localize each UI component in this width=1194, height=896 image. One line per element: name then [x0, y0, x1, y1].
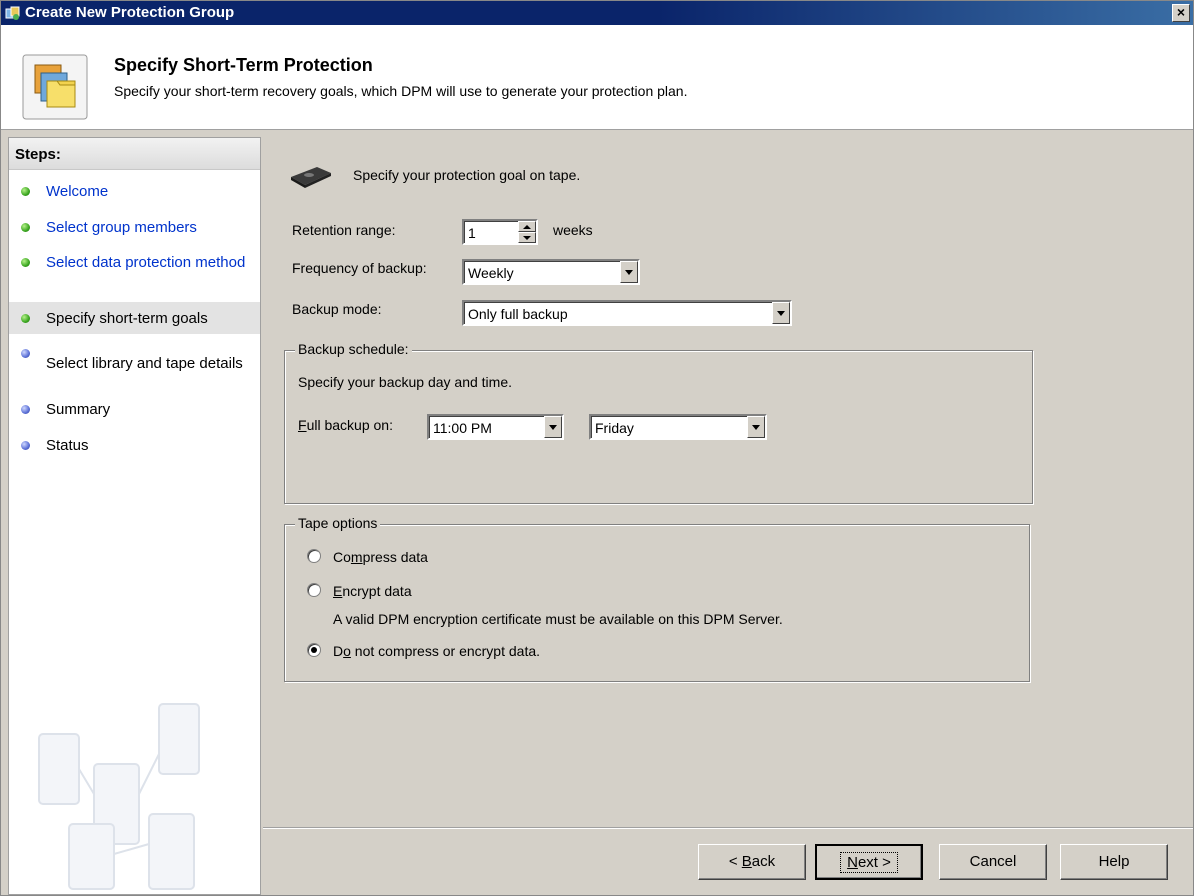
close-icon: ×	[1176, 4, 1186, 20]
step-pending-icon	[21, 405, 30, 414]
page-description: Specify your short-term recovery goals, …	[114, 83, 688, 99]
close-button[interactable]: ×	[1172, 4, 1190, 22]
wizard-header: Specify Short-Term Protection Specify yo…	[1, 25, 1193, 130]
sidebar-item-label: Specify short-term goals	[46, 310, 208, 327]
backup-mode-value: Only full backup	[468, 306, 568, 322]
dpm-app-icon	[5, 6, 20, 20]
sidebar-item-select-data-protection-method[interactable]: Select data protection method	[9, 253, 260, 293]
accelerator-key: B	[741, 853, 752, 870]
backup-mode-label: Backup mode:	[292, 301, 382, 317]
protection-group-icon	[22, 54, 88, 120]
accelerator-key: F	[298, 417, 307, 433]
encrypt-data-label[interactable]: Encrypt data	[333, 583, 412, 599]
accelerator-key: o	[343, 643, 351, 659]
cancel-button[interactable]: Cancel	[939, 844, 1047, 880]
step-pending-icon	[21, 441, 30, 450]
backup-schedule-group: Backup schedule: Specify your backup day…	[284, 341, 1033, 504]
label-text: press data	[362, 549, 428, 565]
backup-schedule-description: Specify your backup day and time.	[298, 374, 513, 390]
sidebar-item-label: Status	[46, 437, 89, 454]
next-button[interactable]: Next >	[815, 844, 923, 880]
step-complete-icon	[21, 258, 30, 267]
page-title: Specify Short-Term Protection	[114, 55, 373, 75]
chevron-down-icon[interactable]	[747, 416, 765, 438]
label-text: ext >	[857, 854, 891, 871]
backup-day-value: Friday	[595, 420, 634, 436]
label-text: <	[728, 853, 742, 870]
accelerator-key: m	[350, 549, 363, 565]
tape-options-legend: Tape options	[295, 515, 381, 531]
tape-icon	[291, 167, 331, 188]
tape-options-group: Tape options Compress data Encrypt data …	[284, 515, 1030, 682]
sidebar-item-label: Welcome	[46, 183, 109, 200]
step-pending-icon	[21, 349, 30, 358]
title-bar[interactable]: Create New Protection Group ×	[1, 1, 1193, 25]
sidebar-item-welcome[interactable]: Welcome	[9, 182, 260, 202]
chevron-down-icon[interactable]	[772, 302, 790, 324]
spin-up-icon[interactable]	[518, 221, 536, 232]
frequency-select[interactable]: Weekly	[462, 259, 640, 285]
step-current-icon	[21, 314, 30, 323]
frequency-label: Frequency of backup:	[292, 260, 427, 276]
label-text: not compress or encrypt data.	[350, 643, 541, 659]
encrypt-note: A valid DPM encryption certificate must …	[333, 611, 783, 627]
frequency-value: Weekly	[468, 265, 514, 281]
spin-down-icon[interactable]	[518, 232, 536, 243]
full-backup-label: Full backup on:	[298, 417, 393, 433]
label-text: Co	[333, 549, 351, 565]
step-complete-icon	[21, 223, 30, 232]
servers-watermark-icon	[38, 703, 200, 890]
steps-sidebar: Steps: Welcome Select group members Sele…	[8, 137, 261, 895]
compress-data-label[interactable]: Compress data	[333, 549, 428, 565]
no-compress-encrypt-radio[interactable]	[307, 643, 321, 657]
sidebar-item-label: Select data protection method	[46, 254, 246, 271]
back-button[interactable]: < Back	[698, 844, 806, 880]
window-title: Create New Protection Group	[25, 4, 235, 21]
accelerator-key: E	[333, 583, 343, 599]
retention-unit-label: weeks	[553, 222, 593, 238]
label-text: ncrypt data	[342, 583, 412, 599]
label-text: ack	[751, 853, 776, 870]
backup-time-select[interactable]: 11:00 PM	[427, 414, 564, 440]
main-content: Specify your protection goal on tape. Re…	[263, 137, 1193, 827]
step-complete-icon	[21, 187, 30, 196]
sidebar-item-summary[interactable]: Summary	[9, 400, 260, 420]
full-backup-label-text: ull backup on:	[306, 417, 393, 433]
backup-schedule-legend: Backup schedule:	[295, 341, 412, 357]
label-text: D	[333, 643, 344, 659]
sidebar-item-label: Select library and tape details	[46, 355, 243, 372]
sidebar-item-label: Summary	[46, 401, 111, 418]
sidebar-item-label: Select group members	[46, 219, 197, 236]
retention-range-value: 1	[468, 225, 476, 241]
encrypt-data-radio[interactable]	[307, 583, 321, 597]
backup-mode-select[interactable]: Only full backup	[462, 300, 792, 326]
help-button[interactable]: Help	[1060, 844, 1168, 880]
wizard-footer: < Back Next > Cancel Help	[263, 827, 1193, 895]
sidebar-item-select-library-and-tape-details[interactable]: Select library and tape details	[9, 346, 260, 382]
sidebar-item-status[interactable]: Status	[9, 436, 260, 456]
retention-range-stepper[interactable]: 1	[462, 219, 538, 245]
backup-time-value: 11:00 PM	[433, 420, 492, 436]
section-title: Specify your protection goal on tape.	[353, 167, 581, 183]
no-compress-encrypt-label[interactable]: Do not compress or encrypt data.	[333, 643, 540, 659]
compress-data-radio[interactable]	[307, 549, 321, 563]
retention-range-label: Retention range:	[292, 222, 396, 238]
next-button-focus: Next >	[840, 852, 898, 873]
sidebar-item-select-group-members[interactable]: Select group members	[9, 218, 260, 238]
sidebar-item-specify-short-term-goals[interactable]: Specify short-term goals	[9, 302, 260, 334]
chevron-down-icon[interactable]	[620, 261, 638, 283]
backup-day-select[interactable]: Friday	[589, 414, 767, 440]
wizard-window: Create New Protection Group × Specify Sh…	[0, 0, 1194, 896]
accelerator-key: N	[847, 854, 858, 871]
chevron-down-icon[interactable]	[544, 416, 562, 438]
steps-heading: Steps:	[9, 138, 260, 170]
